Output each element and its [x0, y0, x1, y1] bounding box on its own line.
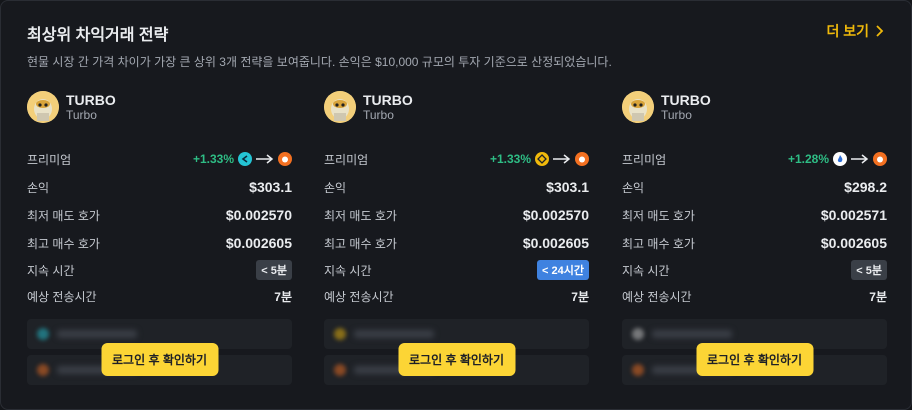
coin-name: Turbo	[66, 108, 97, 122]
exchange-teal-s-icon	[238, 152, 252, 166]
premium-label: 프리미엄	[27, 152, 72, 167]
highest-bid-label: 최고 매수 호가	[27, 236, 100, 251]
duration-row: 지속 시간 < 5분	[27, 257, 292, 283]
login-to-view-button[interactable]: 로그인 후 확인하기	[101, 343, 218, 376]
coin-name: Turbo	[363, 108, 394, 122]
lowest-ask-row: 최저 매도 호가 $0.002570	[27, 201, 292, 229]
panel-header: 최상위 차익거래 전략 현물 시장 간 가격 차이가 가장 큰 상위 3개 전략…	[27, 21, 885, 70]
lowest-ask-row: 최저 매도 호가 $0.002571	[622, 201, 887, 229]
premium-label: 프리미엄	[622, 152, 667, 167]
transfer-time-value: 7분	[869, 289, 887, 304]
highest-bid-value: $0.002605	[820, 235, 887, 251]
pnl-row: 손익 $298.2	[622, 173, 887, 201]
more-link-label: 더 보기	[826, 23, 869, 39]
transfer-time-label: 예상 전송시간	[27, 289, 97, 304]
lowest-ask-label: 최저 매도 호가	[27, 208, 100, 223]
duration-row: 지속 시간 < 5분	[622, 257, 887, 283]
panel-title: 최상위 차익거래 전략	[27, 27, 169, 44]
transfer-time-row: 예상 전송시간 7분	[324, 283, 589, 309]
duration-row: 지속 시간 < 24시간	[324, 257, 589, 283]
arbitrage-panel: 최상위 차익거래 전략 현물 시장 간 가격 차이가 가장 큰 상위 3개 전략…	[0, 0, 912, 410]
duration-label: 지속 시간	[27, 263, 75, 278]
premium-value: +1.33%	[489, 152, 531, 166]
pnl-row: 손익 $303.1	[27, 173, 292, 201]
highest-bid-value: $0.002605	[522, 235, 589, 251]
arrow-right-icon	[553, 154, 571, 164]
pnl-label: 손익	[324, 180, 347, 195]
coin-info: TURBO Turbo	[27, 89, 292, 125]
lowest-ask-label: 최저 매도 호가	[622, 208, 695, 223]
exchange-yellow-diamond-icon	[535, 152, 549, 166]
transfer-time-label: 예상 전송시간	[622, 289, 692, 304]
lowest-ask-value: $0.002570	[522, 207, 589, 223]
login-to-view-button[interactable]: 로그인 후 확인하기	[696, 343, 813, 376]
highest-bid-label: 최고 매수 호가	[622, 236, 695, 251]
highest-bid-label: 최고 매수 호가	[324, 236, 397, 251]
strategy-card: TURBO Turbo 프리미엄 +1.33% 손익 $303.1 최저 매도 …	[27, 89, 292, 389]
exchange-orange-icon	[575, 152, 589, 166]
coin-info: TURBO Turbo	[324, 89, 589, 125]
premium-row: 프리미엄 +1.28%	[622, 145, 887, 173]
premium-row: 프리미엄 +1.33%	[324, 145, 589, 173]
coin-symbol: TURBO	[363, 92, 413, 108]
lowest-ask-value: $0.002571	[820, 207, 887, 223]
turbo-coin-icon	[324, 91, 356, 123]
coin-symbol: TURBO	[66, 92, 116, 108]
duration-badge: < 24시간	[537, 260, 589, 280]
turbo-coin-icon	[27, 91, 59, 123]
lowest-ask-row: 최저 매도 호가 $0.002570	[324, 201, 589, 229]
highest-bid-row: 최고 매수 호가 $0.002605	[622, 229, 887, 257]
highest-bid-row: 최고 매수 호가 $0.002605	[27, 229, 292, 257]
coin-info: TURBO Turbo	[622, 89, 887, 125]
transfer-time-value: 7분	[571, 289, 589, 304]
login-to-view-button[interactable]: 로그인 후 확인하기	[398, 343, 515, 376]
pnl-label: 손익	[622, 180, 645, 195]
pnl-row: 손익 $303.1	[324, 173, 589, 201]
premium-label: 프리미엄	[324, 152, 369, 167]
more-link[interactable]: 더 보기	[826, 21, 885, 41]
transfer-time-row: 예상 전송시간 7분	[27, 283, 292, 309]
lowest-ask-value: $0.002570	[225, 207, 292, 223]
arrow-right-icon	[851, 154, 869, 164]
pnl-label: 손익	[27, 180, 50, 195]
strategy-card: TURBO Turbo 프리미엄 +1.33% 손익 $303.1 최저 매도 …	[324, 89, 589, 389]
lowest-ask-label: 최저 매도 호가	[324, 208, 397, 223]
duration-badge: < 5분	[256, 260, 292, 280]
turbo-coin-icon	[622, 91, 654, 123]
duration-badge: < 5분	[851, 260, 887, 280]
highest-bid-value: $0.002605	[225, 235, 292, 251]
pnl-value: $303.1	[546, 179, 589, 195]
strategy-card: TURBO Turbo 프리미엄 +1.28% 손익 $298.2 최저 매도 …	[622, 89, 887, 389]
duration-label: 지속 시간	[622, 263, 670, 278]
chevron-right-icon	[876, 25, 884, 37]
transfer-time-label: 예상 전송시간	[324, 289, 394, 304]
transfer-time-row: 예상 전송시간 7분	[622, 283, 887, 309]
premium-value: +1.28%	[787, 152, 829, 166]
premium-row: 프리미엄 +1.33%	[27, 145, 292, 173]
highest-bid-row: 최고 매수 호가 $0.002605	[324, 229, 589, 257]
coin-name: Turbo	[661, 108, 692, 122]
pnl-value: $303.1	[249, 179, 292, 195]
exchange-orange-icon	[278, 152, 292, 166]
coin-symbol: TURBO	[661, 92, 711, 108]
pnl-value: $298.2	[844, 179, 887, 195]
exchange-white-flame-icon	[833, 152, 847, 166]
transfer-time-value: 7분	[274, 289, 292, 304]
duration-label: 지속 시간	[324, 263, 372, 278]
premium-value: +1.33%	[192, 152, 234, 166]
panel-subtitle: 현물 시장 간 가격 차이가 가장 큰 상위 3개 전략을 보여줍니다. 손익은…	[27, 55, 612, 69]
exchange-orange-icon	[873, 152, 887, 166]
arrow-right-icon	[256, 154, 274, 164]
